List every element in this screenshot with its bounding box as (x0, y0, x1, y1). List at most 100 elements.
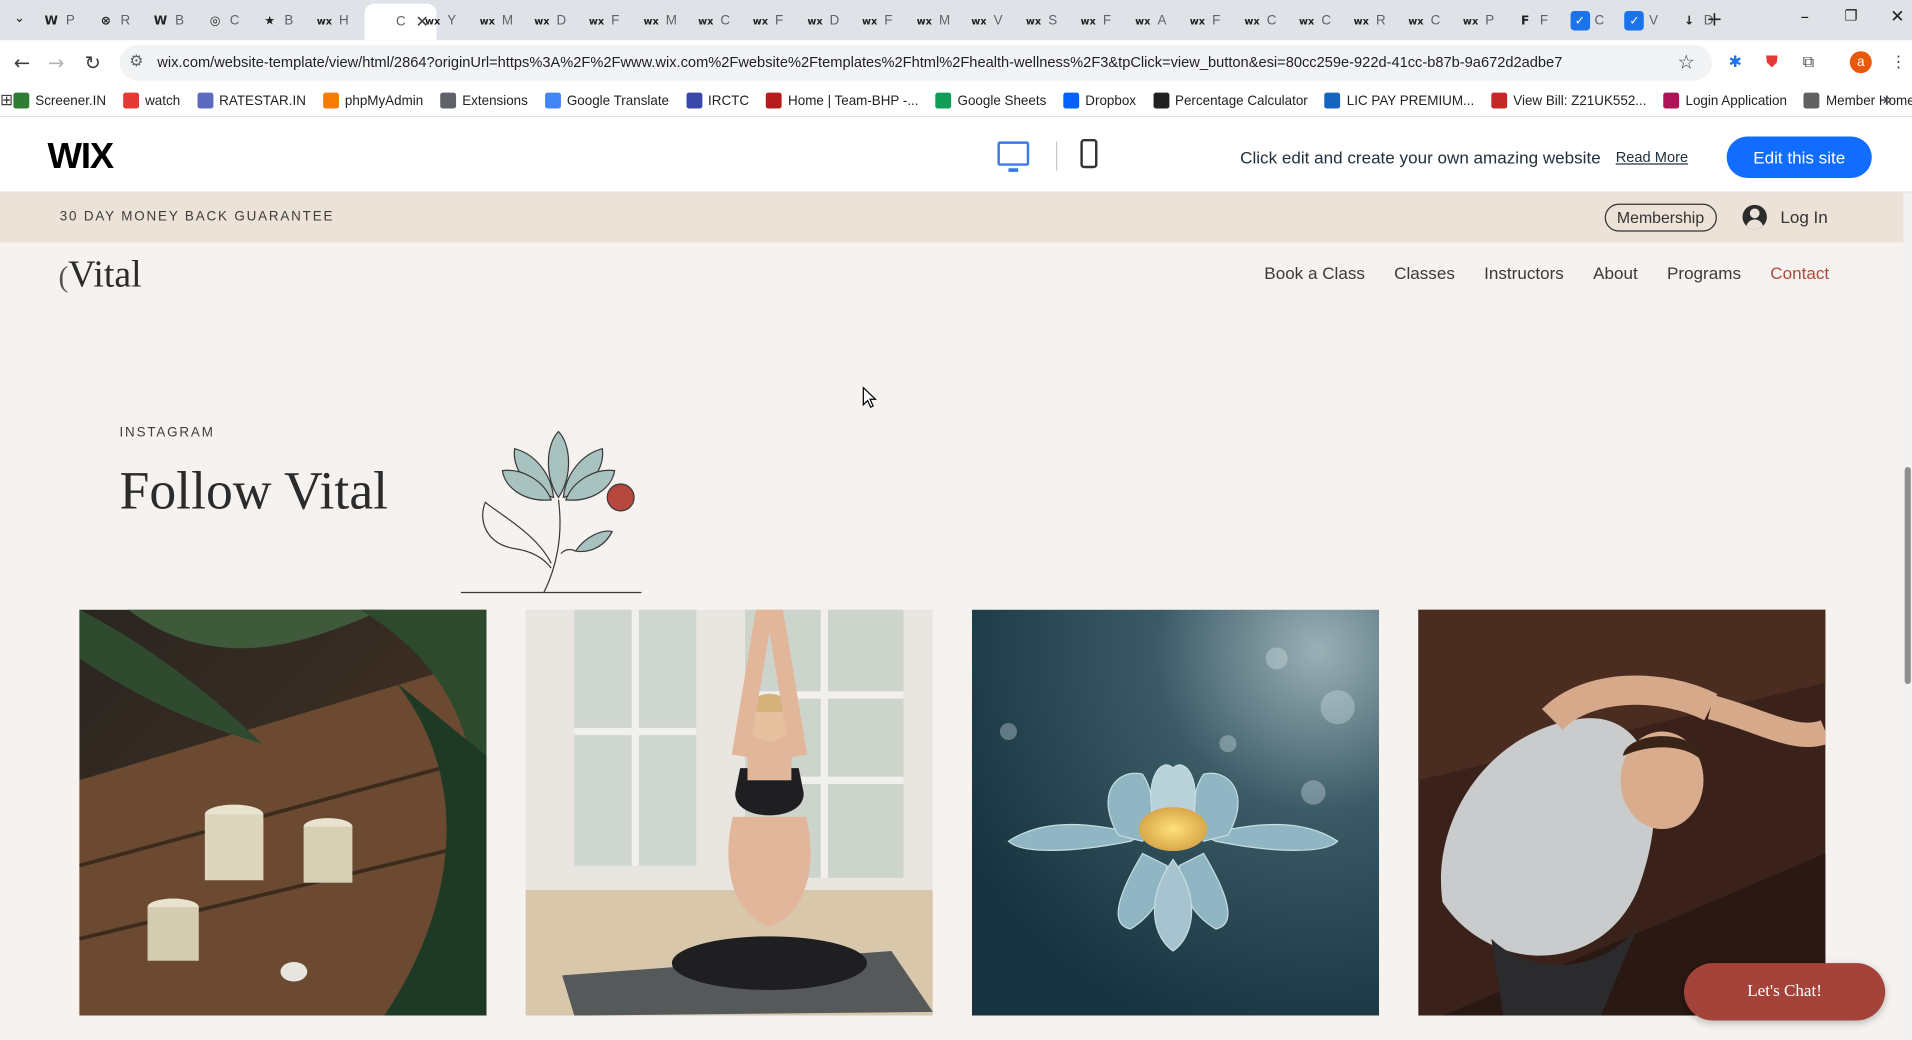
extension-globe-icon[interactable]: ✱ (1724, 51, 1746, 73)
forward-icon[interactable]: → (44, 51, 68, 74)
user-avatar-icon[interactable] (1742, 204, 1767, 230)
browser-tab[interactable]: ★ B (260, 6, 293, 35)
tab-favicon-icon (372, 12, 392, 32)
minimize-icon[interactable]: – (1793, 7, 1817, 27)
reload-icon[interactable]: ↻ (80, 51, 104, 74)
browser-tab[interactable]: wx M (641, 6, 677, 35)
nav-item-book-a-class[interactable]: Book a Class (1264, 263, 1365, 283)
page-scrollbar[interactable] (1903, 192, 1912, 1040)
back-icon[interactable]: ← (10, 51, 34, 74)
close-window-icon[interactable]: ✕ (1885, 7, 1909, 27)
browser-tab[interactable]: wx M (478, 6, 513, 35)
candles-plant-photo[interactable] (79, 609, 487, 1016)
nav-item-classes[interactable]: Classes (1394, 263, 1455, 283)
extensions-puzzle-icon[interactable]: ⧉ (1797, 51, 1819, 73)
bookmark-item[interactable]: LIC PAY PREMIUM... (1324, 92, 1474, 109)
browser-tab[interactable]: wx D (805, 6, 839, 35)
wix-editor-bar: WIX Click edit and create your own amazi… (0, 117, 1912, 193)
browser-toolbar: ← → ↻ ⚙ wix.com/website-template/view/ht… (0, 40, 1912, 86)
bookmark-item[interactable]: Login Application (1663, 92, 1787, 109)
browser-tab[interactable]: wx V (969, 6, 1002, 35)
browser-tab[interactable]: ◎ C (205, 6, 240, 35)
more-bookmarks-icon[interactable]: » (1882, 90, 1892, 110)
browser-tab[interactable]: ⊗ R (96, 6, 130, 35)
browser-tab[interactable]: wx M (915, 6, 950, 35)
edit-site-button[interactable]: Edit this site (1726, 136, 1872, 179)
bookmark-item[interactable]: Google Sheets (935, 92, 1046, 109)
browser-tab[interactable]: wx F (1188, 6, 1221, 35)
address-bar[interactable]: ⚙ wix.com/website-template/view/html/286… (119, 45, 1713, 81)
lotus-flower-photo[interactable] (971, 609, 1380, 1016)
browser-menu-icon[interactable]: ⋮ (1888, 51, 1910, 73)
bookmark-label: phpMyAdmin (344, 93, 424, 108)
apps-grid-icon[interactable]: ⊞ (0, 91, 13, 109)
tab-title: F (611, 13, 620, 29)
read-more-link[interactable]: Read More (1616, 149, 1688, 166)
bookmark-favicon-icon (1063, 92, 1080, 109)
scrollbar-thumb[interactable] (1904, 466, 1911, 684)
browser-tab[interactable]: WB (151, 6, 184, 35)
tab-favicon-icon: wx (424, 15, 441, 27)
login-link[interactable]: Log In (1780, 207, 1827, 227)
desktop-view-icon[interactable] (997, 141, 1030, 172)
bookmark-item[interactable]: IRCTC (686, 92, 749, 109)
bookmark-item[interactable]: Screener.IN (13, 92, 106, 109)
tab-favicon-icon: wx (534, 15, 550, 27)
bookmark-item[interactable]: Percentage Calculator (1153, 92, 1308, 109)
browser-tab[interactable]: wx C (1242, 6, 1276, 35)
restore-icon[interactable]: ❐ (1839, 7, 1863, 24)
browser-tab[interactable]: wx H (315, 6, 349, 35)
mobile-view-icon[interactable] (1080, 138, 1098, 169)
nav-item-about[interactable]: About (1593, 263, 1638, 283)
browser-tab[interactable]: wx F (1078, 6, 1112, 35)
woman-yoga-stretch-photo[interactable] (1418, 609, 1826, 1016)
lets-chat-button[interactable]: Let's Chat! (1683, 963, 1886, 1021)
browser-tab[interactable]: wx C (696, 6, 730, 35)
site-info-icon[interactable]: ⚙ (129, 52, 143, 70)
site-logo[interactable]: (Vital (59, 252, 142, 296)
profile-avatar[interactable]: a (1849, 51, 1872, 74)
nav-item-programs[interactable]: Programs (1667, 263, 1741, 283)
bookmark-favicon-icon (13, 92, 30, 109)
browser-tab[interactable]: ✓ C (1570, 6, 1604, 35)
nav-item-instructors[interactable]: Instructors (1484, 263, 1564, 283)
browser-tab[interactable]: wx Y (423, 6, 456, 35)
browser-tab[interactable]: FF (1515, 6, 1548, 35)
browser-tab[interactable]: wx S (1024, 6, 1057, 35)
extension-shield-icon[interactable]: ⛊ (1761, 51, 1783, 73)
browser-tab[interactable]: wx A (1133, 6, 1166, 35)
browser-tab[interactable]: ✓ V (1624, 6, 1658, 35)
tab-title: B (284, 13, 294, 29)
browser-tab[interactable]: wx C (1297, 6, 1331, 35)
bookmark-item[interactable]: RATESTAR.IN (197, 92, 306, 109)
tab-title: R (120, 13, 131, 29)
bookmark-item[interactable]: Extensions (440, 92, 528, 109)
browser-tab[interactable]: wx R (1352, 6, 1386, 35)
nav-item-contact[interactable]: Contact (1770, 263, 1829, 283)
woman-meditating-photo[interactable] (525, 609, 933, 1016)
bookmark-item[interactable]: phpMyAdmin (322, 92, 424, 109)
browser-tab[interactable]: wx F (860, 6, 893, 35)
bookmark-item[interactable]: watch (123, 92, 180, 109)
bookmark-star-icon[interactable]: ☆ (1677, 50, 1694, 73)
browser-tab[interactable]: wx F (751, 6, 784, 35)
browser-tab[interactable]: wx F (587, 6, 620, 35)
new-tab-button[interactable]: + (1702, 7, 1726, 30)
bookmark-label: Extensions (462, 93, 528, 108)
browser-tab[interactable]: wx C (1406, 6, 1440, 35)
bookmark-item[interactable]: Member Home (1804, 92, 1912, 109)
tab-search-icon[interactable]: ⌄ (7, 10, 31, 26)
bookmark-item[interactable]: Google Translate (544, 92, 669, 109)
browser-tab[interactable]: WP (41, 6, 74, 35)
browser-tab[interactable]: wx P (1461, 6, 1494, 35)
bookmark-item[interactable]: View Bill: Z21UK552... (1491, 92, 1647, 109)
bookmark-item[interactable]: Home | Team-BHP -... (766, 92, 919, 109)
tab-title: F (1102, 13, 1112, 29)
tab-favicon-icon: wx (1244, 15, 1260, 27)
bookmark-label: View Bill: Z21UK552... (1513, 93, 1647, 108)
membership-button[interactable]: Membership (1604, 203, 1717, 232)
browser-tab[interactable]: wx D (532, 6, 566, 35)
url-text[interactable]: wix.com/website-template/view/html/2864?… (157, 54, 1562, 71)
wix-logo[interactable]: WIX (48, 137, 115, 178)
bookmark-item[interactable]: Dropbox (1063, 92, 1136, 109)
